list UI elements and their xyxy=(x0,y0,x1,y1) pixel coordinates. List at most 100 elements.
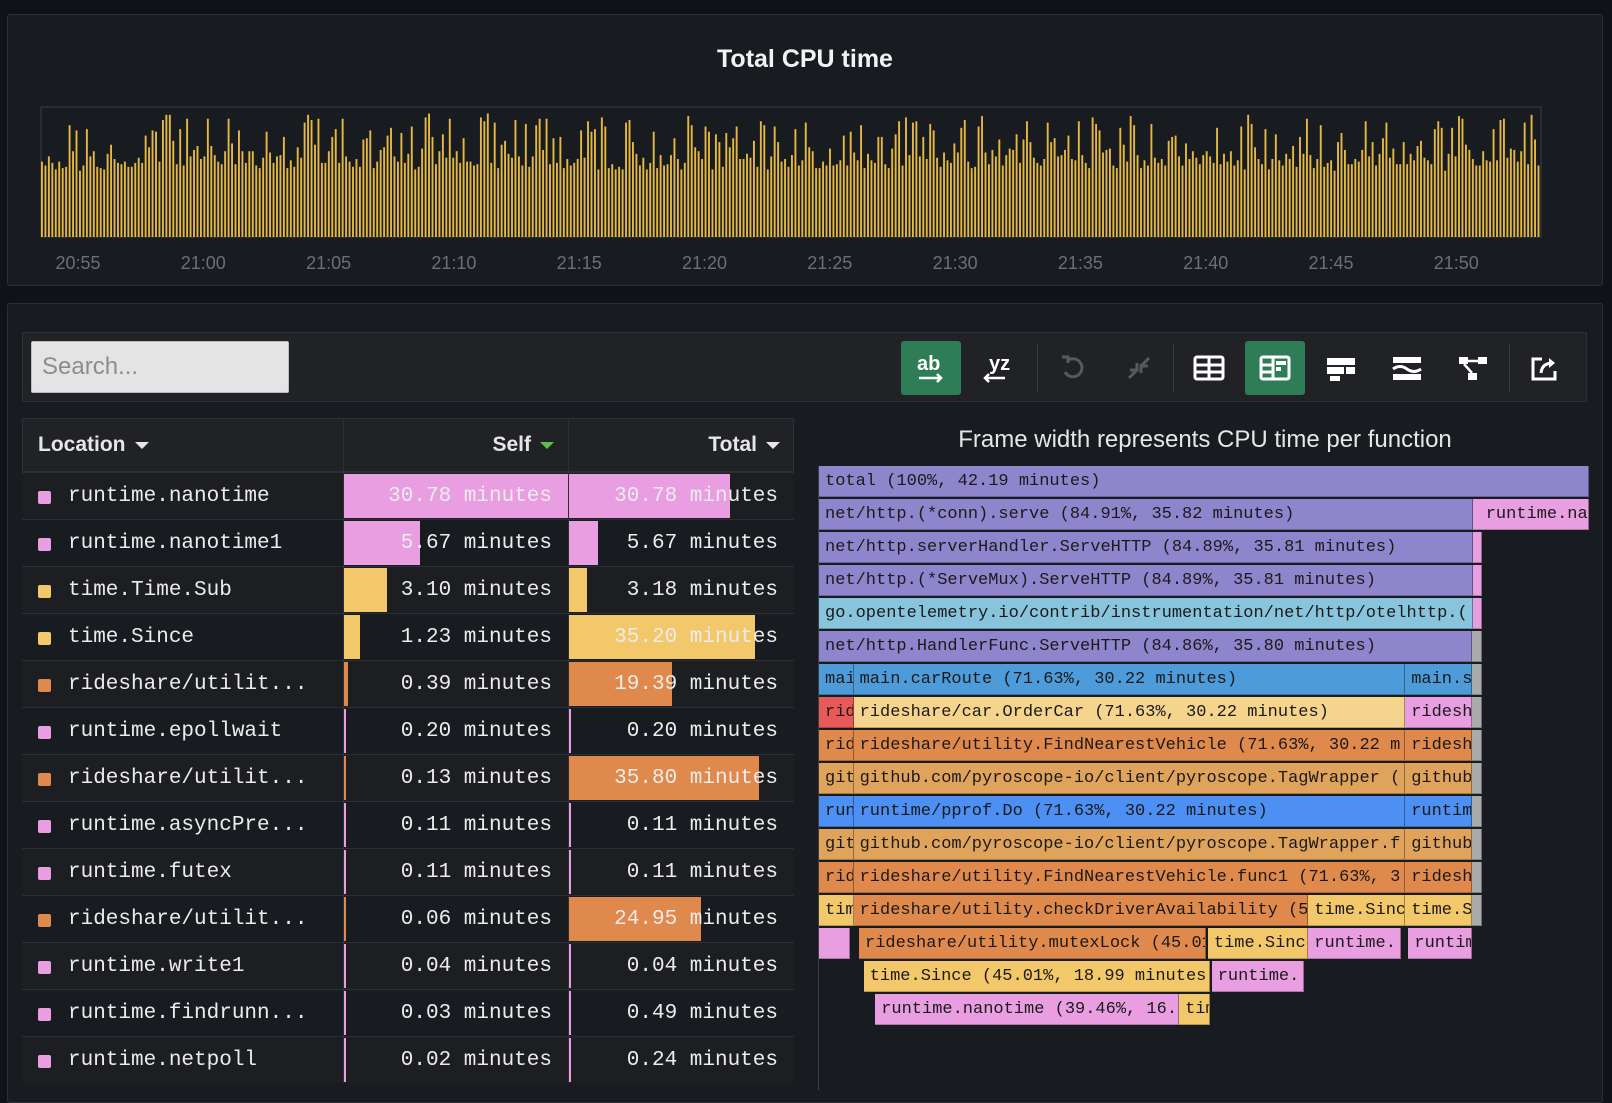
flame-frame[interactable]: rideshare/car.OrderCar (71.63%, 30.22 mi… xyxy=(853,697,1406,728)
flame-frame[interactable]: ridesh xyxy=(1405,862,1473,893)
flame-frame[interactable]: rideshare/utility.mutexLock (45.01% xyxy=(859,928,1206,959)
flame-frame[interactable] xyxy=(1472,796,1482,827)
export-button[interactable] xyxy=(1515,341,1575,395)
flame-frame[interactable] xyxy=(1472,664,1482,695)
flamegraph[interactable]: total (100%, 42.19 minutes) net/http.(*co… xyxy=(818,466,1589,1090)
flame-frame[interactable]: runtim xyxy=(1405,796,1473,827)
flame-frame[interactable] xyxy=(1472,532,1483,563)
table-row[interactable]: rideshare/utilit... 0.39 minutes 19.39 min… xyxy=(22,660,794,707)
flame-frame[interactable] xyxy=(1472,862,1482,893)
flame-frame[interactable]: mai xyxy=(819,664,854,695)
header-total[interactable]: Total xyxy=(569,418,794,472)
table-row[interactable]: runtime.findrunn... 0.03 minutes 0.49 minu… xyxy=(22,989,794,1036)
table-row[interactable]: rideshare/utilit... 0.06 minutes 24.95 min… xyxy=(22,895,794,942)
flame-frame[interactable]: runtime. xyxy=(1308,928,1401,959)
flame-frame[interactable]: rid xyxy=(819,730,854,761)
flame-frame[interactable] xyxy=(819,928,850,959)
flame-frame[interactable]: runtime.na xyxy=(1479,499,1589,530)
flame-frame[interactable] xyxy=(1472,565,1483,596)
flame-frame[interactable]: git xyxy=(819,829,854,860)
color-swatch xyxy=(38,1008,51,1021)
flame-frame[interactable]: runtime xyxy=(1408,928,1473,959)
table-row[interactable]: runtime.write1 0.04 minutes 0.04 minutes xyxy=(22,942,794,989)
flame-frame[interactable]: github xyxy=(1405,829,1473,860)
chart-bar xyxy=(787,166,790,237)
flame-frame[interactable] xyxy=(1472,598,1483,629)
total-bar xyxy=(569,991,572,1035)
reset-zoom-button[interactable] xyxy=(1109,341,1169,395)
chart-bar xyxy=(967,161,970,237)
flame-frame[interactable]: time.Since xyxy=(1207,928,1309,959)
sandwich-view-button[interactable] xyxy=(1377,341,1437,395)
chart-bar xyxy=(1402,142,1405,237)
flame-frame[interactable]: rideshare/utility.FindNearestVehicle (71… xyxy=(853,730,1406,761)
self-bar xyxy=(344,944,346,988)
flame-frame[interactable]: ridesh xyxy=(1405,730,1473,761)
flame-frame[interactable]: rideshare/utility.FindNearestVehicle.fun… xyxy=(853,862,1406,893)
flame-frame[interactable]: runtime.nanotime (39.46%, 16.65 minutes) xyxy=(875,994,1179,1025)
graph-view-button[interactable] xyxy=(1443,341,1503,395)
total-value: 0.24 minutes xyxy=(626,1049,778,1072)
flame-frame[interactable] xyxy=(1472,763,1482,794)
location-cell: rideshare/utilit... xyxy=(22,661,344,707)
flame-frame[interactable]: runtime. xyxy=(1211,961,1305,992)
chart-bar xyxy=(867,153,869,237)
table-row[interactable]: runtime.nanotime 30.78 minutes 30.78 minut… xyxy=(22,472,794,519)
flame-frame[interactable]: rid xyxy=(819,862,854,893)
table-row[interactable]: time.Time.Sub 3.10 minutes 3.18 minutes xyxy=(22,566,794,613)
flame-frame[interactable]: net/http.serverHandler.ServeHTTP (84.89%… xyxy=(819,532,1473,563)
flame-frame[interactable] xyxy=(1472,829,1482,860)
flame-frame[interactable]: runtime/pprof.Do (71.63%, 30.22 minutes) xyxy=(853,796,1406,827)
sort-names-button[interactable]: yz xyxy=(967,341,1027,395)
flame-frame[interactable] xyxy=(1472,730,1482,761)
table-row[interactable]: runtime.futex 0.11 minutes 0.11 minutes xyxy=(22,848,794,895)
flame-frame[interactable]: net/http.(*ServeMux).ServeHTTP (84.89%, … xyxy=(819,565,1473,596)
flame-frame[interactable]: rideshare/utility.checkDriverAvailabilit… xyxy=(853,895,1309,926)
flame-frame[interactable]: rid xyxy=(819,697,854,728)
flame-frame[interactable]: net/http.HandlerFunc.ServeHTTP (84.86%, … xyxy=(819,631,1473,662)
chart-bar xyxy=(1292,146,1295,237)
flame-frame[interactable]: net/http.(*conn).serve (84.91%, 35.82 mi… xyxy=(819,499,1473,530)
flame-frame[interactable]: main.s xyxy=(1405,664,1473,695)
function-name: runtime.nanotime1 xyxy=(68,532,283,555)
flame-frame[interactable]: main.carRoute (71.63%, 30.22 minutes) xyxy=(853,664,1406,695)
chart-bar xyxy=(213,155,216,237)
search-input[interactable] xyxy=(31,341,289,393)
flame-frame[interactable] xyxy=(1472,631,1482,662)
flame-frame[interactable]: git xyxy=(819,763,854,794)
table-row[interactable]: runtime.epollwait 0.20 minutes 0.20 minute… xyxy=(22,707,794,754)
flame-frame[interactable] xyxy=(1472,697,1482,728)
flame-frame[interactable]: github.com/pyroscope-io/client/pyroscope… xyxy=(853,829,1406,860)
flame-frame[interactable]: github xyxy=(1405,763,1473,794)
flame-frame[interactable]: ridesh xyxy=(1405,697,1473,728)
table-row[interactable]: runtime.netpoll 0.02 minutes 0.24 minutes xyxy=(22,1036,794,1083)
header-location[interactable]: Location xyxy=(22,418,344,472)
flame-frame[interactable]: time.S xyxy=(1405,895,1473,926)
flame-frame[interactable]: total (100%, 42.19 minutes) xyxy=(819,466,1589,497)
table-row[interactable]: rideshare/utilit... 0.13 minutes 35.80 min… xyxy=(22,754,794,801)
flame-frame[interactable]: time.Since xyxy=(1308,895,1406,926)
table-row[interactable]: time.Since 1.23 minutes 35.20 minutes xyxy=(22,613,794,660)
flame-frame[interactable]: tim xyxy=(819,895,854,926)
table-row[interactable]: runtime.asyncPre... 0.11 minutes 0.11 minu… xyxy=(22,801,794,848)
flame-frame[interactable]: time.Since (45.01%, 18.99 minutes) xyxy=(863,961,1211,992)
flame-frame[interactable]: tim xyxy=(1179,994,1211,1025)
flame-frame[interactable] xyxy=(1472,895,1482,926)
chart-bar xyxy=(155,131,157,237)
header-location-label: Location xyxy=(38,433,126,456)
flame-frame[interactable]: github.com/pyroscope-io/client/pyroscope… xyxy=(853,763,1406,794)
header-self[interactable]: Self xyxy=(344,418,569,472)
both-view-button[interactable] xyxy=(1245,341,1305,395)
flamegraph-view-button[interactable] xyxy=(1311,341,1371,395)
chart-bar xyxy=(884,164,887,237)
cpu-time-chart[interactable]: 20:55 21:00 21:05 21:10 21:15 21:20 21:25 21:30… xyxy=(8,15,1604,287)
collapse-names-button[interactable]: ab xyxy=(901,341,961,395)
chart-bar xyxy=(514,120,517,237)
chart-bar xyxy=(206,118,209,237)
table-row[interactable]: runtime.nanotime1 5.67 minutes 5.67 minute… xyxy=(22,519,794,566)
flame-frame[interactable]: go.opentelemetry.io/contrib/instrumentat… xyxy=(819,598,1473,629)
undo-button[interactable] xyxy=(1043,341,1103,395)
chart-bar xyxy=(1278,160,1281,237)
table-view-button[interactable] xyxy=(1179,341,1239,395)
flame-frame[interactable]: run xyxy=(819,796,854,827)
